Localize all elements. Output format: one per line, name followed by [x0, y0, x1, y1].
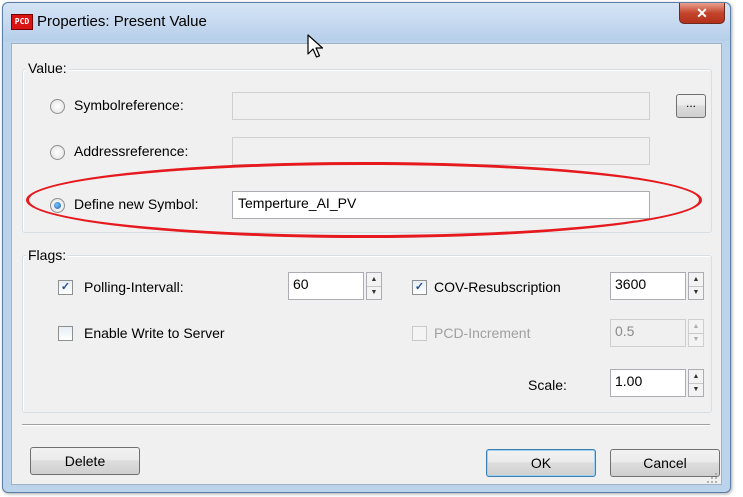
delete-button[interactable]: Delete: [30, 447, 140, 475]
spin-up-icon[interactable]: ▲: [689, 273, 703, 287]
cov-resubscription-checkbox[interactable]: ✓: [412, 280, 427, 295]
addressreference-radio[interactable]: [50, 145, 65, 160]
addressreference-label: Addressreference:: [74, 143, 189, 159]
spin-up-icon[interactable]: ▲: [367, 273, 381, 287]
polling-intervall-value[interactable]: 60: [288, 272, 364, 300]
pcd-increment-value[interactable]: 0.5: [610, 319, 686, 347]
mouse-pointer-icon: [307, 34, 324, 58]
polling-intervall-checkbox[interactable]: ✓: [58, 280, 73, 295]
highlight-ellipse: [26, 162, 702, 238]
cov-resubscription-spinner[interactable]: 3600 ▲ ▼: [610, 272, 706, 300]
flags-group-legend: Flags:: [26, 247, 69, 263]
scale-spinner[interactable]: 1.00 ▲ ▼: [610, 369, 706, 397]
spin-up-icon[interactable]: ▲: [689, 320, 703, 334]
resize-grip-icon[interactable]: [706, 472, 718, 484]
spin-down-icon[interactable]: ▼: [689, 333, 703, 346]
dialog-client-area: Value: Symbolreference: ... Addressrefer…: [11, 43, 722, 485]
symbolreference-label: Symbolreference:: [74, 97, 184, 113]
pcd-increment-checkbox[interactable]: [412, 326, 427, 341]
symbolreference-field[interactable]: [232, 92, 650, 120]
polling-intervall-label: Polling-Intervall:: [84, 279, 184, 295]
button-separator: [22, 424, 710, 426]
spin-down-icon[interactable]: ▼: [367, 286, 381, 299]
cancel-button[interactable]: Cancel: [610, 449, 720, 477]
symbolreference-radio[interactable]: [50, 99, 65, 114]
enable-write-checkbox[interactable]: [58, 326, 73, 341]
title-bar: PCD Properties: Present Value ✕: [3, 3, 730, 41]
dialog-title: Properties: Present Value: [37, 13, 207, 30]
value-group-legend: Value:: [26, 60, 69, 76]
enable-write-label: Enable Write to Server: [84, 325, 225, 341]
browse-button[interactable]: ...: [676, 94, 706, 118]
pcd-increment-spin-buttons[interactable]: ▲ ▼: [688, 319, 704, 347]
addressreference-field[interactable]: [232, 137, 650, 165]
spin-down-icon[interactable]: ▼: [689, 286, 703, 299]
cov-resubscription-value[interactable]: 3600: [610, 272, 686, 300]
spin-down-icon[interactable]: ▼: [689, 383, 703, 396]
scale-value[interactable]: 1.00: [610, 369, 686, 397]
polling-intervall-spinner[interactable]: 60 ▲ ▼: [288, 272, 384, 300]
pcd-app-icon: PCD: [11, 14, 33, 30]
cov-spin-buttons[interactable]: ▲ ▼: [688, 272, 704, 300]
properties-dialog: PCD Properties: Present Value ✕ Value: S…: [2, 2, 731, 493]
close-button[interactable]: ✕: [679, 3, 725, 24]
pcd-increment-spinner[interactable]: 0.5 ▲ ▼: [610, 319, 706, 347]
ok-button[interactable]: OK: [486, 449, 596, 477]
scale-spin-buttons[interactable]: ▲ ▼: [688, 369, 704, 397]
pcd-increment-label: PCD-Increment: [434, 325, 531, 341]
spin-up-icon[interactable]: ▲: [689, 370, 703, 384]
polling-spin-buttons[interactable]: ▲ ▼: [366, 272, 382, 300]
cov-resubscription-label: COV-Resubscription: [434, 279, 561, 295]
scale-label: Scale:: [528, 377, 567, 393]
